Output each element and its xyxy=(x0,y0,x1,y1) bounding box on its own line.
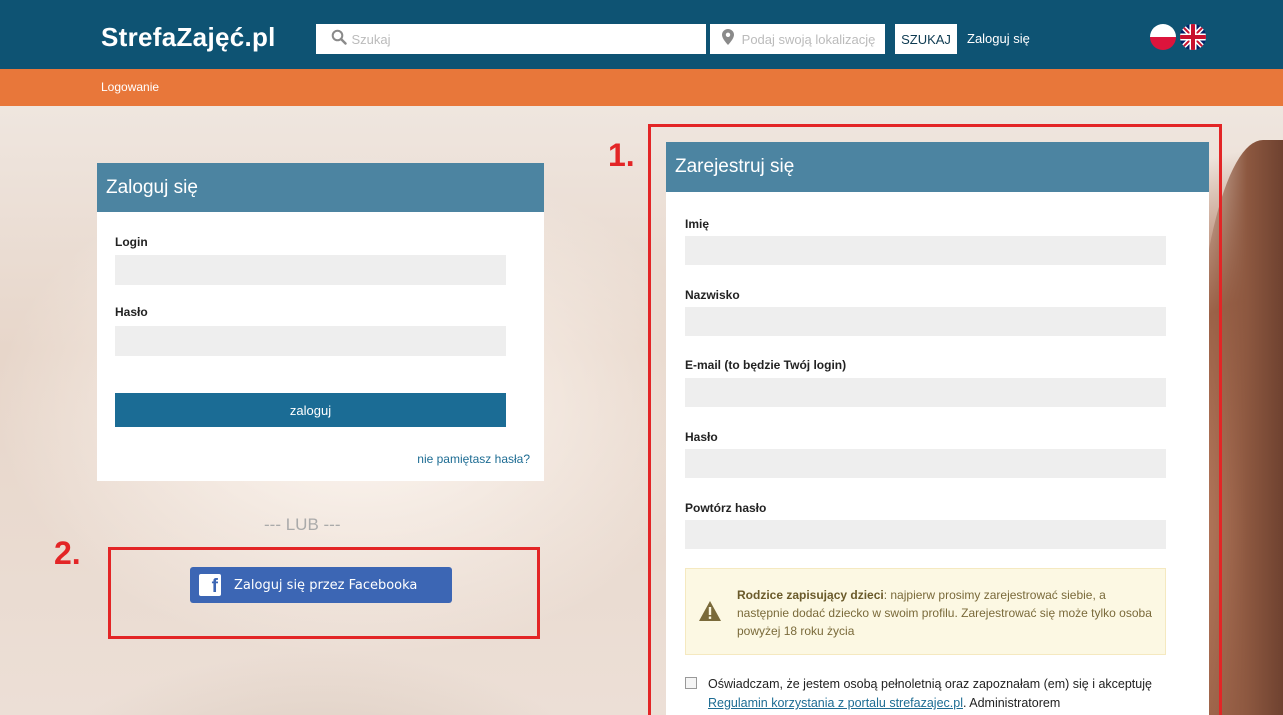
warning-icon xyxy=(698,600,722,627)
login-label: Login xyxy=(115,235,148,249)
annotation-label-2: 2. xyxy=(54,535,81,571)
register-password-label: Hasło xyxy=(685,430,718,444)
register-panel: Zarejestruj się Imię Nazwisko E-mail (to… xyxy=(666,142,1209,715)
search-box[interactable] xyxy=(316,24,706,54)
login-button[interactable]: zaloguj xyxy=(115,393,506,427)
login-panel-title: Zaloguj się xyxy=(97,163,544,212)
search-button[interactable]: SZUKAJ xyxy=(895,24,957,54)
parents-warning-text: Rodzice zapisujący dzieci: najpierw pros… xyxy=(737,586,1152,640)
search-input[interactable] xyxy=(351,31,706,47)
register-password-field[interactable] xyxy=(685,449,1166,478)
first-name-field[interactable] xyxy=(685,236,1166,265)
annotation-box-2 xyxy=(108,547,540,639)
uk-flag-icon[interactable] xyxy=(1180,24,1206,50)
password-field[interactable] xyxy=(115,326,506,356)
or-divider: --- LUB --- xyxy=(264,515,341,534)
pl-flag-icon[interactable] xyxy=(1150,24,1176,50)
terms-link[interactable]: Regulamin korzystania z portalu strefaza… xyxy=(708,696,963,710)
consent-checkbox[interactable] xyxy=(685,677,697,689)
parents-warning-bold: Rodzice zapisujący dzieci xyxy=(737,588,884,602)
parents-warning: Rodzice zapisujący dzieci: najpierw pros… xyxy=(685,568,1166,655)
consent-text-before: Oświadczam, że jestem osobą pełnoletnią … xyxy=(708,677,1152,691)
location-box[interactable] xyxy=(710,24,885,54)
header-login-link[interactable]: Zaloguj się xyxy=(967,31,1030,46)
password-label: Hasło xyxy=(115,305,148,319)
search-icon xyxy=(326,29,351,50)
map-marker-icon xyxy=(722,28,742,50)
forgot-password-link[interactable]: nie pamiętasz hasła? xyxy=(417,452,530,466)
email-field[interactable] xyxy=(685,378,1166,407)
repeat-password-label: Powtórz hasło xyxy=(685,501,767,515)
last-name-field[interactable] xyxy=(685,307,1166,336)
login-field[interactable] xyxy=(115,255,506,285)
first-name-label: Imię xyxy=(685,217,710,231)
consent-text: Oświadczam, że jestem osobą pełnoletnią … xyxy=(708,675,1158,713)
annotation-label-1: 1. xyxy=(608,137,635,173)
register-panel-title: Zarejestruj się xyxy=(666,142,1209,192)
login-panel: Zaloguj się Login Hasło zaloguj nie pami… xyxy=(97,163,544,481)
repeat-password-field[interactable] xyxy=(685,520,1166,549)
email-label: E-mail (to będzie Twój login) xyxy=(685,358,847,372)
last-name-label: Nazwisko xyxy=(685,288,740,302)
location-input[interactable] xyxy=(741,31,885,47)
consent-text-after: . Administratorem xyxy=(962,696,1061,710)
breadcrumb-bar xyxy=(0,69,1283,106)
site-logo[interactable]: StrefaZajęć.pl xyxy=(101,22,276,53)
breadcrumb: Logowanie xyxy=(101,80,160,94)
